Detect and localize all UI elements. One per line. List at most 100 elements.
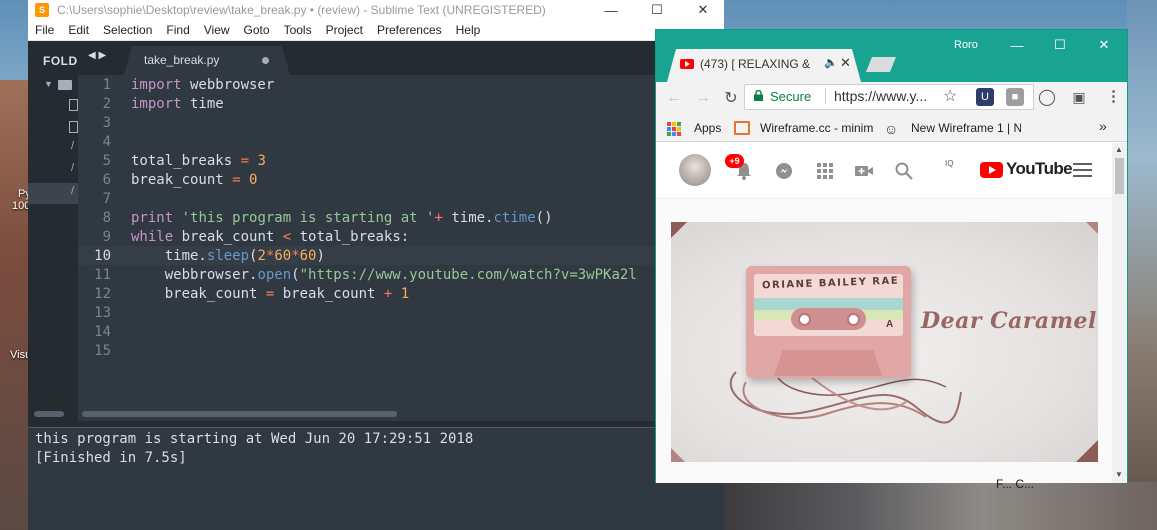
code-line-current[interactable]: time.sleep(2*60*60) (131, 247, 325, 266)
code-token: ctime (493, 210, 536, 226)
menu-tools[interactable]: Tools (277, 23, 319, 37)
line-number: 14 (94, 324, 111, 340)
extension-icon[interactable]: ■ (1006, 88, 1024, 106)
extension-icon[interactable]: ◯ (1038, 88, 1056, 106)
apps-grid-icon[interactable] (667, 122, 681, 136)
tab-title: (473) [ RELAXING & S (700, 57, 812, 71)
sidebar-scrollbar[interactable] (34, 411, 64, 417)
code-token: break_count (131, 286, 266, 302)
line-number: 11 (94, 267, 111, 283)
sidebar-item-file[interactable] (28, 118, 78, 137)
minimize-icon[interactable]: — (997, 34, 1037, 56)
code-line[interactable]: import webbrowser (131, 76, 274, 95)
reload-icon[interactable]: ↻ (719, 86, 743, 110)
forward-arrow-icon[interactable]: → (691, 86, 715, 110)
code-line[interactable]: break_count = 0 (131, 171, 257, 190)
tab-close-icon[interactable]: ✕ (840, 55, 851, 71)
smiley-icon: ☺ (884, 121, 899, 137)
scroll-down-icon[interactable]: ▼ (1115, 470, 1123, 479)
unsaved-dot-icon[interactable] (262, 57, 269, 64)
line-number: 1 (102, 77, 111, 93)
menu-selection[interactable]: Selection (96, 23, 159, 37)
code-token: webbrowser. (131, 267, 258, 283)
cassette-reel (798, 313, 811, 326)
minimize-icon[interactable]: — (588, 0, 634, 20)
line-number: 13 (94, 305, 111, 321)
menu-find[interactable]: Find (159, 23, 196, 37)
code-token: time (181, 96, 224, 112)
video-thumbnail[interactable]: ORIANE BAILEY RAE A Dear Caramel (671, 222, 1098, 462)
messages-icon[interactable] (774, 161, 794, 181)
profile-name[interactable]: Roro (954, 39, 978, 51)
chevron-double-right-icon[interactable]: » (1099, 118, 1107, 134)
sidebar-item-folder[interactable]: ▼ (28, 77, 78, 96)
youtube-favicon-icon (680, 59, 694, 69)
menu-view[interactable]: View (197, 23, 237, 37)
maximize-icon[interactable]: ☐ (1040, 34, 1080, 56)
bookmark-wireframe-cc[interactable]: Wireframe.cc - minim (760, 121, 874, 135)
code-token: = (232, 172, 241, 188)
window-title: C:\Users\sophie\Desktop\review\take_brea… (57, 3, 546, 17)
back-arrow-icon[interactable]: ← (662, 86, 686, 110)
extension-icon[interactable]: U (976, 88, 994, 106)
url-text[interactable]: https://www.y... (834, 88, 934, 104)
sidebar-item-file[interactable] (28, 96, 78, 115)
menu-project[interactable]: Project (319, 23, 370, 37)
youtube-logo-text[interactable]: YouTube (1006, 159, 1073, 179)
bookmark-new-wireframe[interactable]: New Wireframe 1 | N (911, 121, 1021, 135)
menu-file[interactable]: File (28, 23, 61, 37)
console-output-line: [Finished in 7.5s] (35, 450, 187, 466)
file-icon: / (71, 140, 75, 152)
youtube-logo-icon[interactable] (980, 162, 1003, 178)
apps-grid-icon[interactable] (815, 161, 835, 181)
scrollbar-thumb[interactable] (1115, 158, 1124, 194)
iq-label[interactable]: IQ (945, 159, 953, 168)
code-token: break_count (173, 229, 283, 245)
code-token: 'this program is starting at ' (181, 210, 435, 226)
upload-video-icon[interactable] (854, 161, 874, 181)
close-icon[interactable]: ✕ (1084, 34, 1124, 56)
menu-preferences[interactable]: Preferences (370, 23, 449, 37)
chrome-window: (473) [ RELAXING & S 🔈 ✕ Roro — ☐ ✕ ← → … (655, 29, 1128, 491)
sublime-titlebar[interactable]: S C:\Users\sophie\Desktop\review\take_br… (28, 0, 724, 20)
code-line[interactable]: print 'this program is starting at '+ ti… (131, 209, 553, 228)
camera-icon[interactable]: ▣ (1070, 88, 1088, 106)
menu-help[interactable]: Help (449, 23, 488, 37)
sidebar-item-file[interactable]: / (28, 140, 78, 159)
bookmark-apps[interactable]: Apps (694, 121, 721, 135)
code-line[interactable]: break_count = break_count + 1 (131, 285, 409, 304)
line-number: 4 (102, 134, 111, 150)
code-line[interactable]: total_breaks = 3 (131, 152, 266, 171)
close-icon[interactable]: ✕ (680, 0, 726, 20)
kebab-menu-icon[interactable]: ⋮ (1106, 87, 1121, 105)
sidebar-item-file[interactable]: / (28, 162, 78, 181)
code-token: sleep (206, 248, 250, 264)
horizontal-scrollbar[interactable] (82, 411, 397, 417)
speaker-icon[interactable]: 🔈 (824, 56, 838, 69)
desktop-wallpaper-left (0, 80, 28, 530)
code-line[interactable]: import time (131, 95, 224, 114)
hamburger-menu-icon[interactable] (1073, 163, 1092, 177)
console-output-line: this program is starting at Wed Jun 20 1… (35, 431, 474, 447)
search-icon[interactable] (894, 161, 914, 181)
avatar[interactable] (679, 154, 711, 186)
menu-goto[interactable]: Goto (237, 23, 277, 37)
code-line[interactable]: webbrowser.open("https://www.youtube.com… (131, 266, 637, 285)
notification-badge: +9 (725, 154, 744, 168)
vertical-scrollbar[interactable] (1112, 143, 1127, 483)
code-token: time. (131, 248, 207, 264)
thumbnail-corner (1076, 440, 1098, 462)
menu-edit[interactable]: Edit (61, 23, 96, 37)
code-token: "https://www.youtube.com/watch?v=3wPKa2l (299, 267, 637, 283)
secure-label[interactable]: Secure (770, 89, 811, 104)
code-line[interactable]: while break_count < total_breaks: (131, 228, 409, 247)
maximize-icon[interactable]: ☐ (634, 0, 680, 20)
bookmark-star-icon[interactable]: ☆ (943, 86, 957, 106)
code-token: 2 (257, 248, 266, 264)
tab-nav-arrows[interactable]: ◀ ▶ (88, 50, 106, 61)
line-number-current: 10 (94, 248, 111, 264)
scroll-up-icon[interactable]: ▲ (1115, 145, 1123, 154)
thumbnail-corner (671, 448, 685, 462)
sidebar-item-active-file[interactable]: / (28, 183, 78, 204)
